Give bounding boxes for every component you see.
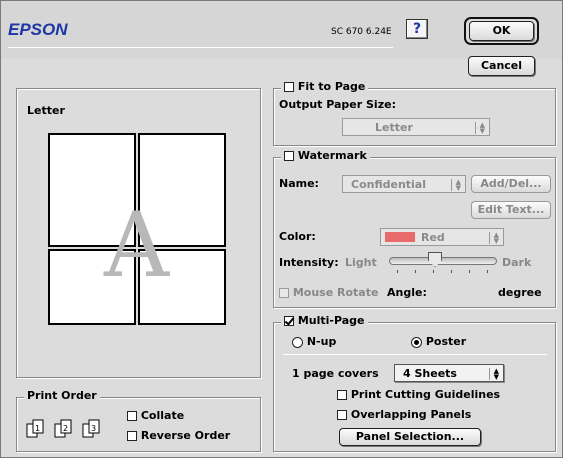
panel-selection-button[interactable]: Panel Selection... xyxy=(339,428,481,446)
intensity-label: Intensity: xyxy=(279,256,339,269)
angle-unit: degree xyxy=(498,286,542,299)
watermark-color-select[interactable]: Red ▲ ▼ xyxy=(380,228,504,246)
collate-label: Collate xyxy=(140,409,185,422)
cutting-guidelines-checkbox[interactable] xyxy=(337,390,347,400)
intensity-dark-label: Dark xyxy=(502,256,532,269)
poster-radio[interactable] xyxy=(411,336,422,348)
nup-option[interactable]: N-up xyxy=(292,335,336,348)
watermark-color-label: Color: xyxy=(279,230,316,243)
page-covers-value: 4 Sheets xyxy=(403,367,457,380)
intensity-light-label: Light xyxy=(345,256,377,269)
fit-to-page-label: Fit to Page xyxy=(297,80,366,93)
reverse-order-checkbox[interactable] xyxy=(127,431,137,441)
angle-label: Angle: xyxy=(387,286,427,299)
slider-tick xyxy=(487,270,488,273)
watermark-preview-glyph: A xyxy=(104,193,169,298)
overlapping-panels-label: Overlapping Panels xyxy=(350,408,472,421)
slider-tick xyxy=(415,270,416,273)
print-order-icons: 1 2 3 xyxy=(26,419,104,439)
page-covers-select[interactable]: 4 Sheets ▲ ▼ xyxy=(394,364,504,382)
nup-label: N-up xyxy=(306,335,337,348)
nup-radio[interactable] xyxy=(292,336,303,348)
multi-page-checkbox[interactable] xyxy=(284,316,294,326)
intensity-slider[interactable] xyxy=(389,252,497,276)
svg-text:1: 1 xyxy=(35,424,40,433)
output-paper-size-label: Output Paper Size: xyxy=(279,98,396,111)
preview-paper-label: Letter xyxy=(27,104,65,117)
poster-option[interactable]: Poster xyxy=(411,335,466,348)
watermark-color-value: Red xyxy=(421,231,445,244)
slider-tick xyxy=(451,270,452,273)
overlapping-panels-option[interactable]: Overlapping Panels xyxy=(337,408,471,421)
overlapping-panels-checkbox[interactable] xyxy=(337,410,347,420)
watermark-name-value: Confidential xyxy=(351,178,427,191)
add-del-button[interactable]: Add/Del... xyxy=(471,175,551,193)
mouse-rotate-label: Mouse Rotate xyxy=(292,286,379,299)
slider-track xyxy=(389,257,497,265)
driver-version: SC 670 6.24E xyxy=(331,27,392,37)
page-covers-label: 1 page covers xyxy=(292,367,379,380)
cancel-button[interactable]: Cancel xyxy=(468,56,535,76)
slider-tick xyxy=(397,270,398,273)
edit-text-button[interactable]: Edit Text... xyxy=(471,201,551,219)
epson-logo: EPSON xyxy=(8,20,68,39)
order-2-icon[interactable]: 2 xyxy=(54,419,76,439)
mouse-rotate-checkbox[interactable] xyxy=(279,288,289,298)
fit-to-page-option[interactable]: Fit to Page xyxy=(281,80,369,93)
fit-to-page-group xyxy=(273,88,556,146)
color-swatch xyxy=(385,232,415,242)
select-arrows-icon: ▲ ▼ xyxy=(489,368,499,381)
reverse-order-option[interactable]: Reverse Order xyxy=(127,429,230,442)
cutting-guidelines-label: Print Cutting Guidelines xyxy=(350,388,501,401)
ok-button[interactable]: OK xyxy=(469,21,534,41)
poster-label: Poster xyxy=(425,335,467,348)
svg-text:3: 3 xyxy=(91,424,96,433)
watermark-checkbox[interactable] xyxy=(284,151,294,161)
cutting-guidelines-option[interactable]: Print Cutting Guidelines xyxy=(337,388,500,401)
help-button[interactable]: ? xyxy=(406,19,428,39)
multi-page-divider xyxy=(283,354,547,355)
multi-page-option[interactable]: Multi-Page xyxy=(281,314,368,327)
mouse-rotate-option[interactable]: Mouse Rotate xyxy=(279,286,378,299)
select-arrows-icon: ▲ ▼ xyxy=(489,232,499,245)
svg-text:2: 2 xyxy=(63,424,68,433)
output-paper-size-value: Letter xyxy=(375,121,413,134)
collate-option[interactable]: Collate xyxy=(127,409,184,422)
header-divider xyxy=(8,47,393,48)
watermark-name-select[interactable]: Confidential ▲ ▼ xyxy=(342,175,466,193)
fit-to-page-checkbox[interactable] xyxy=(284,82,294,92)
multi-page-label: Multi-Page xyxy=(297,314,365,327)
print-order-title: Print Order xyxy=(24,389,100,402)
output-paper-size-select[interactable]: Letter ▲ ▼ xyxy=(342,118,490,136)
slider-tick xyxy=(433,270,434,273)
select-arrows-icon: ▲ ▼ xyxy=(451,179,461,192)
watermark-label: Watermark xyxy=(297,149,367,162)
order-3-icon[interactable]: 3 xyxy=(82,419,104,439)
order-1-icon[interactable]: 1 xyxy=(26,419,48,439)
select-arrows-icon: ▲ ▼ xyxy=(475,122,485,135)
slider-tick xyxy=(469,270,470,273)
watermark-name-label: Name: xyxy=(279,177,319,190)
collate-checkbox[interactable] xyxy=(127,411,137,421)
poster-preview: A xyxy=(48,133,228,325)
reverse-order-label: Reverse Order xyxy=(140,429,231,442)
watermark-option[interactable]: Watermark xyxy=(281,149,370,162)
